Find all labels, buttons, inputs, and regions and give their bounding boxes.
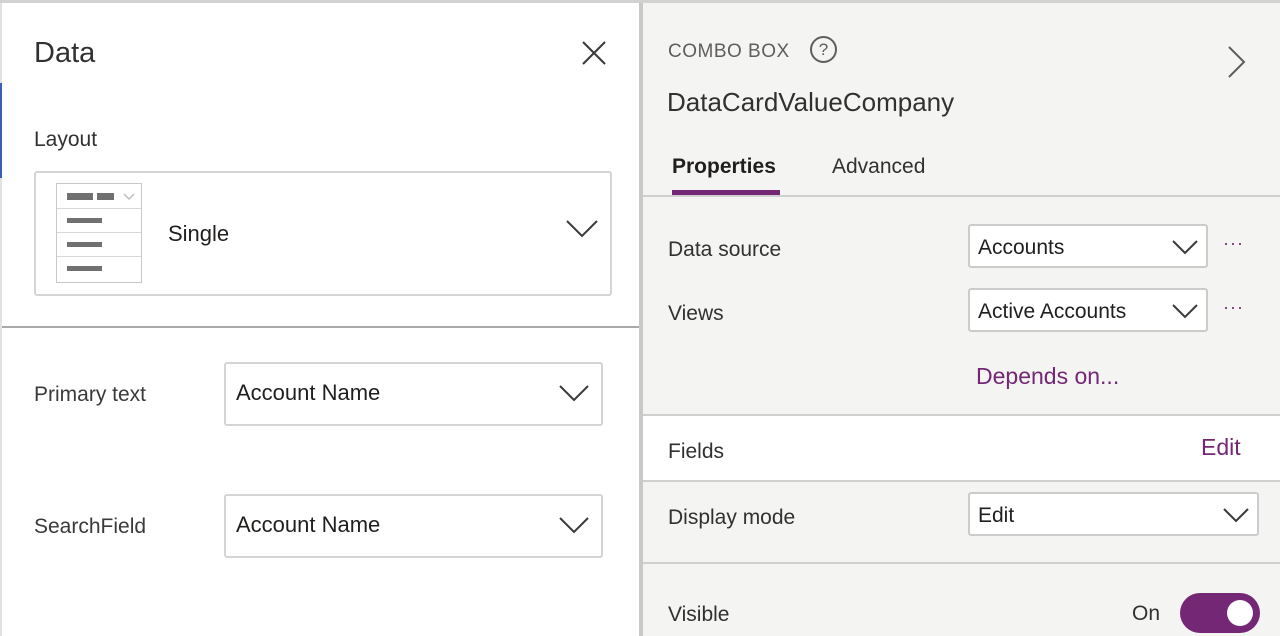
toggle-knob: [1227, 600, 1253, 626]
data-source-label: Data source: [668, 238, 782, 261]
chevron-down-icon: [1223, 508, 1249, 523]
views-dropdown[interactable]: Active Accounts: [968, 288, 1208, 332]
primary-text-value: Account Name: [236, 380, 381, 405]
search-field-label: SearchField: [34, 515, 147, 538]
visible-toggle[interactable]: [1180, 593, 1260, 633]
search-field-dropdown[interactable]: Account Name: [224, 494, 603, 558]
properties-panel: COMBO BOX ? DataCardValueCompany Propert…: [643, 3, 1280, 636]
tab-properties[interactable]: Properties: [672, 155, 776, 179]
data-source-dropdown[interactable]: Accounts: [968, 224, 1208, 268]
fields-label: Fields: [668, 440, 725, 463]
fields-row: [643, 416, 1280, 480]
section-divider: [2, 326, 639, 328]
chevron-down-icon: [566, 220, 598, 238]
data-panel: Data Layout Single Primary text Account …: [2, 3, 639, 636]
chevron-down-icon: [1172, 240, 1198, 255]
views-label: Views: [668, 302, 724, 325]
section-divider: [643, 480, 1280, 482]
expand-panel-button[interactable]: [1226, 45, 1248, 79]
control-name: DataCardValueCompany: [667, 87, 955, 117]
display-mode-dropdown[interactable]: Edit: [968, 492, 1259, 536]
tabs-divider: [643, 195, 1280, 197]
visible-label: Visible: [668, 603, 730, 626]
layout-selected-value: Single: [168, 221, 230, 246]
visible-state-label: On: [1132, 602, 1161, 625]
depends-on-link[interactable]: Depends on...: [976, 363, 1119, 390]
data-panel-title: Data: [34, 37, 96, 69]
help-icon[interactable]: ?: [810, 36, 837, 63]
control-type-label: COMBO BOX: [668, 41, 790, 62]
primary-text-label: Primary text: [34, 383, 147, 406]
chevron-down-icon: [559, 385, 589, 402]
layout-dropdown[interactable]: Single: [34, 171, 612, 296]
layout-label: Layout: [34, 128, 98, 151]
chevron-down-icon: [1172, 304, 1198, 319]
layout-single-thumbnail-icon: [56, 183, 142, 283]
display-mode-value: Edit: [978, 504, 1015, 527]
tab-advanced[interactable]: Advanced: [832, 155, 925, 179]
fields-edit-link[interactable]: Edit: [1201, 434, 1241, 461]
views-value: Active Accounts: [978, 300, 1127, 323]
display-mode-label: Display mode: [668, 506, 796, 529]
close-button[interactable]: [580, 39, 608, 67]
data-source-value: Accounts: [978, 236, 1065, 259]
views-more-button[interactable]: ···: [1223, 297, 1244, 318]
chevron-right-icon: [1228, 46, 1246, 78]
section-divider: [643, 562, 1280, 564]
data-source-more-button[interactable]: ···: [1223, 233, 1244, 254]
search-field-value: Account Name: [236, 512, 381, 537]
chevron-down-icon: [559, 517, 589, 534]
close-icon: [582, 41, 606, 65]
primary-text-dropdown[interactable]: Account Name: [224, 362, 603, 426]
